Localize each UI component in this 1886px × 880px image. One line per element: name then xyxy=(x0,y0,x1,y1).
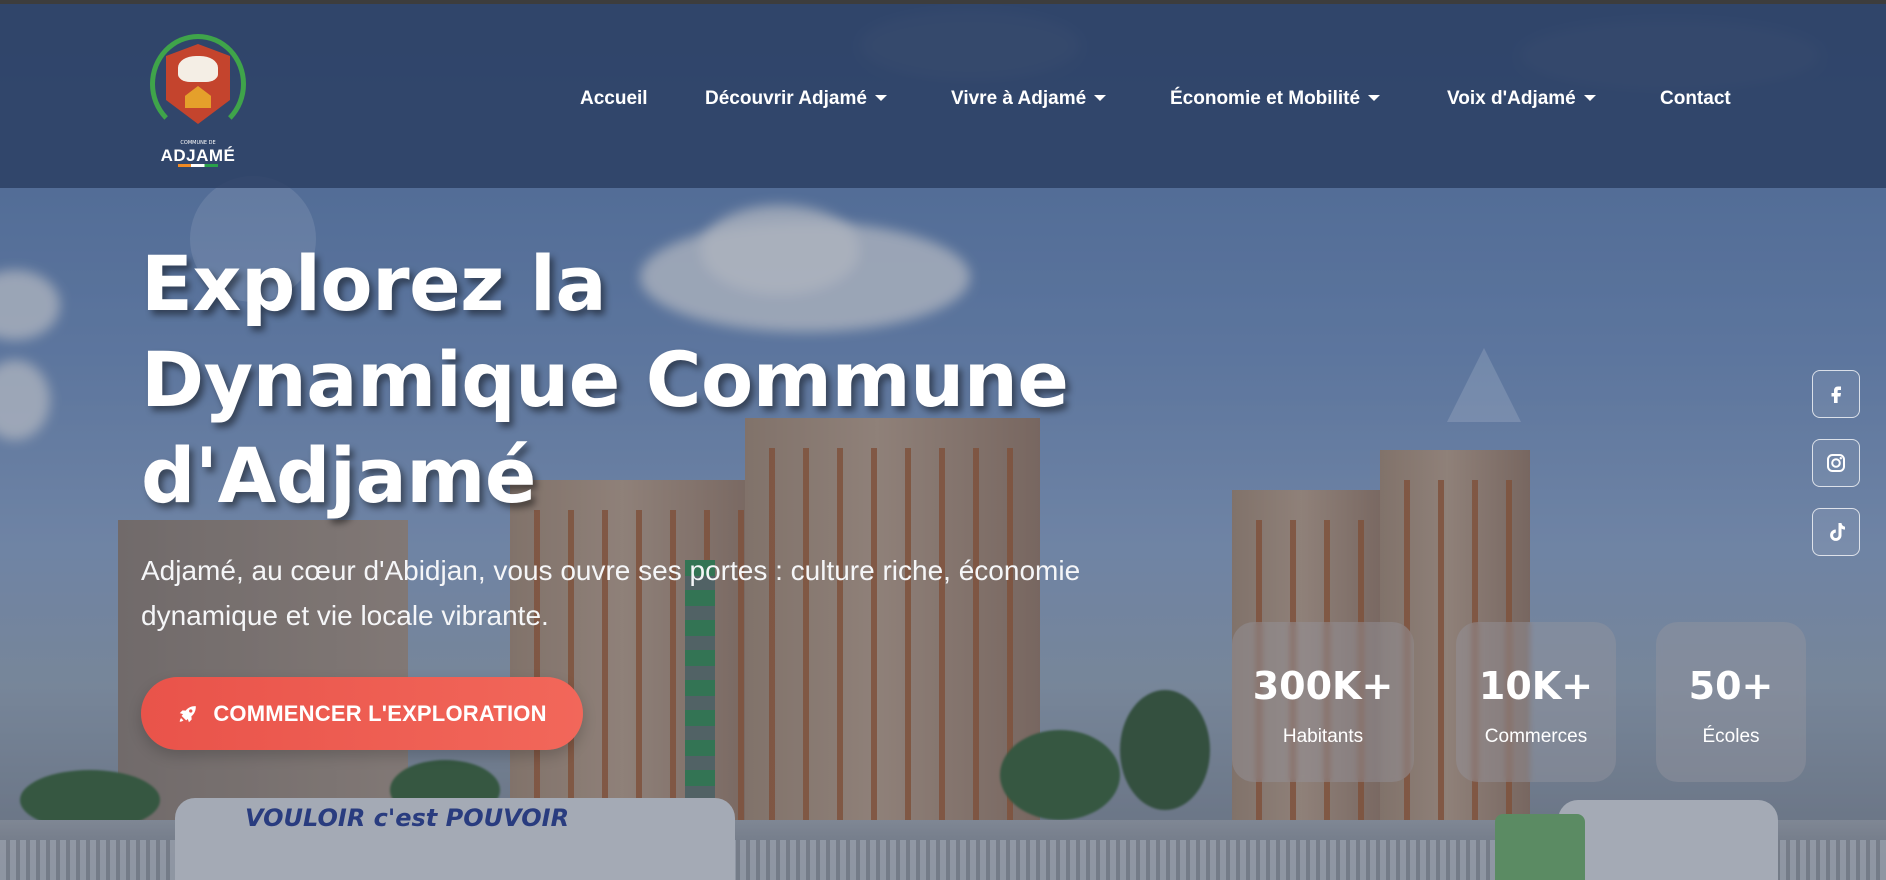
nav-label: Accueil xyxy=(580,88,648,109)
nav-decouvrir[interactable]: Découvrir Adjamé xyxy=(705,84,887,114)
tiktok-link[interactable] xyxy=(1812,508,1860,556)
elephant-emblem xyxy=(178,56,218,82)
hero-title: Explorez la Dynamique Commune d'Adjamé xyxy=(141,236,1081,524)
logo-name: ADJAMÉ xyxy=(160,146,236,165)
stat-value: 50+ xyxy=(1688,664,1774,708)
stat-label: Écoles xyxy=(1702,726,1760,747)
chevron-down-icon xyxy=(1583,95,1596,101)
hero-title-line: d'Adjamé xyxy=(141,431,536,520)
stat-card-ecoles: 50+ Écoles xyxy=(1656,622,1806,782)
nav-label: Voix d'Adjamé xyxy=(1447,88,1576,109)
nav-voix[interactable]: Voix d'Adjamé xyxy=(1447,84,1596,114)
nav-label: Économie et Mobilité xyxy=(1170,88,1361,109)
hero-title-line: Dynamique Commune xyxy=(141,335,1069,424)
stat-label: Commerces xyxy=(1484,726,1588,747)
decorative-triangle xyxy=(1447,348,1521,422)
start-exploration-button[interactable]: COMMENCER L'EXPLORATION xyxy=(141,677,583,750)
site-header: COMMUNE DE ADJAMÉ Accueil Découvrir Adja… xyxy=(0,4,1886,188)
nav-label: Vivre à Adjamé xyxy=(951,88,1087,109)
main-nav: Accueil Découvrir Adjamé Vivre à Adjamé … xyxy=(0,84,1886,114)
nav-label: Contact xyxy=(1660,88,1731,109)
stat-value: 10K+ xyxy=(1478,664,1594,708)
instagram-link[interactable] xyxy=(1812,439,1860,487)
hero-title-line: Explorez la xyxy=(141,239,607,328)
stat-card-commerces: 10K+ Commerces xyxy=(1456,622,1616,782)
flag-stripe xyxy=(178,164,218,167)
hero-subtitle: Adjamé, au cœur d'Abidjan, vous ouvre se… xyxy=(141,555,1081,631)
chevron-down-icon xyxy=(874,95,887,101)
rocket-icon xyxy=(180,705,197,722)
nav-economie[interactable]: Économie et Mobilité xyxy=(1170,84,1381,114)
nav-contact[interactable]: Contact xyxy=(1660,84,1731,114)
tiktok-icon xyxy=(1830,523,1845,541)
nav-accueil[interactable]: Accueil xyxy=(580,84,648,114)
instagram-icon xyxy=(1827,454,1845,472)
stat-card-habitants: 300K+ Habitants xyxy=(1232,622,1414,782)
cta-label: COMMENCER L'EXPLORATION xyxy=(213,700,547,726)
stat-value: 300K+ xyxy=(1252,664,1394,708)
chevron-down-icon xyxy=(1094,95,1107,101)
facebook-icon xyxy=(1831,386,1841,403)
nav-label: Découvrir Adjamé xyxy=(705,88,867,109)
nav-vivre[interactable]: Vivre à Adjamé xyxy=(951,84,1107,114)
chevron-down-icon xyxy=(1368,95,1381,101)
stat-label: Habitants xyxy=(1282,726,1364,747)
facebook-link[interactable] xyxy=(1812,370,1860,418)
